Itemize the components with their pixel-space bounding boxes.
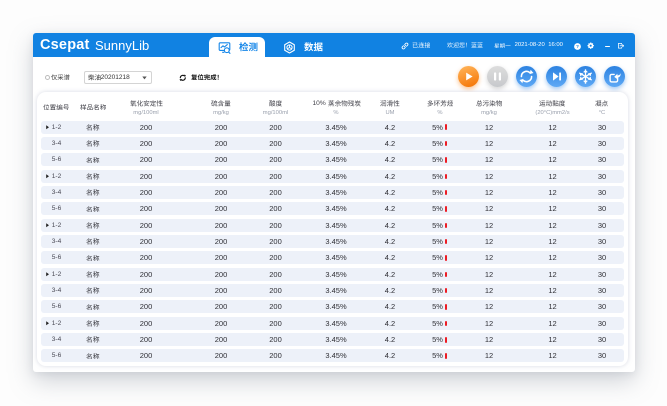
- svg-text:?: ?: [576, 44, 579, 49]
